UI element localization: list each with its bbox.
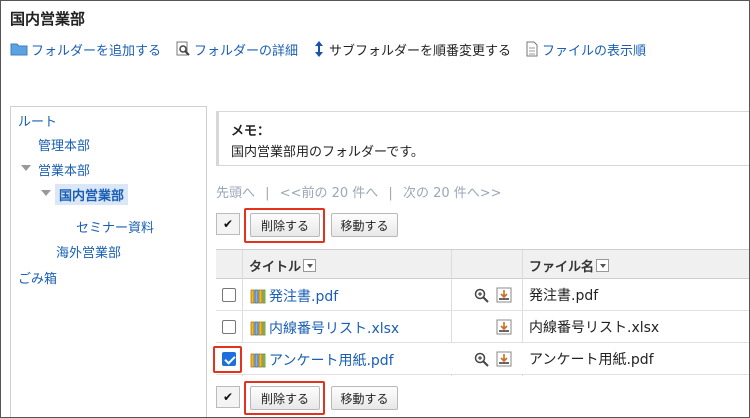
file-title-link[interactable]: 発注書.pdf bbox=[250, 286, 338, 306]
reorder-icon bbox=[315, 41, 324, 57]
zoom-icon[interactable] bbox=[474, 352, 489, 367]
memo-text: 国内営業部用のフォルダーです。 bbox=[231, 145, 424, 160]
pager-next: 次の 20 件へ>> bbox=[402, 186, 502, 201]
sort-menu-icon[interactable] bbox=[303, 259, 317, 272]
file-name-cell: 発注書.pdf bbox=[529, 288, 599, 304]
move-button[interactable]: 移動する bbox=[331, 213, 398, 237]
file-title-link[interactable]: アンケート用紙.pdf bbox=[250, 350, 394, 370]
expand-arrow-icon[interactable] bbox=[41, 190, 51, 196]
pager-first: 先頭へ bbox=[216, 186, 256, 201]
add-folder-link[interactable]: フォルダーを追加する bbox=[10, 40, 161, 59]
row-checkbox[interactable] bbox=[222, 288, 236, 302]
tree-item-sales-hq[interactable]: 営業本部 bbox=[38, 160, 90, 179]
page-title: 国内営業部 bbox=[10, 10, 86, 28]
column-title-label: タイトル bbox=[249, 260, 302, 275]
file-stack-icon bbox=[250, 353, 266, 367]
file-order-icon bbox=[526, 41, 538, 57]
table-row: 内線番号リスト.xlsx 内線番号リスト.xlsx bbox=[216, 311, 749, 343]
column-filename-label: ファイル名 bbox=[529, 260, 595, 275]
delete-button[interactable]: 削除する bbox=[250, 213, 320, 237]
table-row: アンケート用紙.pdf アンケート用紙.pdf bbox=[213, 343, 749, 375]
add-folder-label: フォルダーを追加する bbox=[31, 43, 162, 59]
folder-tree: ルート 管理本部 営業本部 国内営業部 セミナー資料 海外営業部 ごみ箱 bbox=[10, 106, 207, 417]
sort-menu-icon[interactable] bbox=[596, 259, 610, 272]
delete-button[interactable]: 削除する bbox=[250, 386, 320, 410]
pager-separator: | bbox=[265, 186, 270, 201]
pager-prev: <<前の 20 件へ bbox=[279, 186, 379, 201]
tree-item-seminar[interactable]: セミナー資料 bbox=[76, 217, 154, 236]
row-checkbox[interactable] bbox=[222, 352, 236, 366]
pager-separator: | bbox=[388, 186, 393, 201]
file-stack-icon bbox=[250, 321, 266, 335]
pager: 先頭へ | <<前の 20 件へ | 次の 20 件へ>> bbox=[216, 182, 508, 201]
file-table: タイトル ファイル名 発注書.pdf 発注書.pdf 内線番号リスト.xlsx … bbox=[213, 249, 749, 376]
select-all-button[interactable]: ✔ bbox=[216, 386, 240, 408]
folder-detail-icon bbox=[176, 41, 190, 56]
file-title-text: アンケート用紙.pdf bbox=[269, 353, 394, 369]
row-checkbox[interactable] bbox=[222, 320, 236, 334]
folder-detail-label: フォルダーの詳細 bbox=[194, 43, 299, 59]
tree-item-admin[interactable]: 管理本部 bbox=[38, 135, 90, 154]
reorder-subfolders-link[interactable]: サブフォルダーを順番変更する bbox=[312, 40, 511, 59]
file-title-text: 内線番号リスト.xlsx bbox=[269, 321, 400, 337]
reorder-subfolders-label: サブフォルダーを順番変更する bbox=[329, 43, 512, 59]
tree-item-root[interactable]: ルート bbox=[18, 111, 57, 130]
file-title-text: 発注書.pdf bbox=[269, 289, 339, 305]
download-icon[interactable] bbox=[496, 351, 512, 367]
memo-label: メモ： bbox=[231, 124, 271, 139]
file-order-link[interactable]: ファイルの表示順 bbox=[525, 40, 646, 59]
download-icon[interactable] bbox=[496, 319, 512, 335]
file-title-link[interactable]: 内線番号リスト.xlsx bbox=[250, 318, 399, 338]
file-stack-icon bbox=[250, 289, 266, 303]
folder-icon bbox=[10, 43, 28, 56]
folder-detail-link[interactable]: フォルダーの詳細 bbox=[175, 40, 298, 59]
file-name-cell: アンケート用紙.pdf bbox=[529, 352, 654, 368]
column-title[interactable]: タイトル bbox=[249, 256, 317, 275]
column-filename[interactable]: ファイル名 bbox=[529, 256, 610, 275]
table-row: 発注書.pdf 発注書.pdf bbox=[216, 279, 749, 311]
move-button[interactable]: 移動する bbox=[331, 386, 398, 410]
expand-arrow-icon[interactable] bbox=[21, 165, 31, 171]
app-window: 国内営業部 フォルダーを追加する フォルダーの詳細 サブフォルダーを順番変更する bbox=[0, 0, 750, 418]
toolbar: フォルダーを追加する フォルダーの詳細 サブフォルダーを順番変更する ファイルの… bbox=[10, 39, 660, 59]
table-header: タイトル ファイル名 bbox=[216, 250, 749, 279]
file-name-cell: 内線番号リスト.xlsx bbox=[529, 320, 660, 336]
select-all-button[interactable]: ✔ bbox=[216, 213, 240, 235]
tree-item-overseas-sales[interactable]: 海外営業部 bbox=[56, 242, 121, 261]
tree-item-domestic-sales[interactable]: 国内営業部 bbox=[55, 184, 129, 205]
memo-box: メモ： 国内営業部用のフォルダーです。 bbox=[216, 111, 749, 166]
download-icon[interactable] bbox=[496, 287, 512, 303]
tree-item-trash[interactable]: ごみ箱 bbox=[18, 268, 57, 287]
file-order-label: ファイルの表示順 bbox=[542, 43, 647, 59]
zoom-icon[interactable] bbox=[474, 288, 489, 303]
